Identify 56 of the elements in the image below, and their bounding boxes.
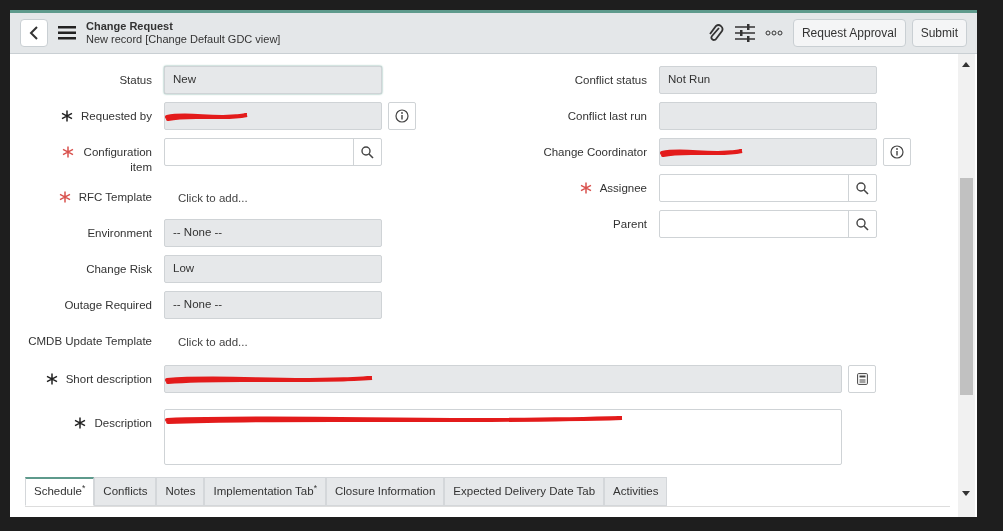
info-button[interactable] [883,138,911,166]
scroll-down-icon[interactable] [962,491,970,496]
field-label: Description [94,416,152,431]
field-label: RFC Template [78,190,152,205]
text-area[interactable] [164,409,842,465]
input-field[interactable] [659,102,877,130]
field-label: Requested by [81,109,152,124]
book-icon [856,373,868,385]
tab[interactable]: Implementation Tab$^{*}$ [204,477,326,506]
tab[interactable]: Closure Information [326,477,445,506]
input-field[interactable]: Not Run [659,66,877,94]
field-label: Change Coordinator [543,145,647,160]
field-label: Configuration item [82,145,152,175]
input-field[interactable]: New [164,66,382,94]
book-button[interactable] [848,365,876,393]
input-field[interactable] [164,365,842,393]
input-field[interactable]: -- None -- [164,219,382,247]
tab[interactable]: Schedule$^{*}$ [25,477,95,506]
field-label: Conflict last run [567,109,647,124]
input-field[interactable]: Low [164,255,382,283]
scroll-up-icon[interactable] [962,62,970,67]
tab[interactable]: Conflicts [94,477,157,506]
tab[interactable]: Expected Delivery Date Tab [444,477,605,506]
scrollbar-thumb[interactable] [960,178,973,395]
field-label: Conflict status [574,73,647,88]
input-field[interactable]: -- None -- [164,291,382,319]
back-icon [29,26,39,40]
field-label: Short description [65,372,152,387]
field-label: Parent [613,217,647,232]
menu-icon[interactable] [58,26,76,40]
more-icon[interactable] [764,30,783,36]
record-subtitle: New record [Change Default GDC view] [86,33,281,46]
add-link[interactable]: Click to add... [164,183,248,208]
sliders-icon[interactable] [734,24,755,42]
record-title: Change Request [86,20,174,33]
paperclip-icon[interactable] [706,23,725,43]
tab[interactable]: Notes [156,477,205,506]
lookup-field[interactable] [659,210,877,238]
field-label: Assignee [599,181,647,196]
header-button[interactable]: Request Approval [792,19,906,47]
add-link[interactable]: Click to add... [164,327,248,352]
field-label: CMDB Update Template [28,334,152,349]
field-label: Change Risk [86,262,152,277]
field-label: Status [119,73,152,88]
lookup-field[interactable] [164,138,382,166]
input-field[interactable] [659,138,877,166]
info-button[interactable] [388,102,416,130]
field-label: Environment [87,226,152,241]
input-field[interactable] [164,102,382,130]
lookup-field[interactable] [659,174,877,202]
tab[interactable]: Activities [604,477,668,506]
info-icon [395,109,409,123]
header-button[interactable]: Submit [911,19,967,47]
field-label: Outage Required [64,298,152,313]
back-button[interactable] [20,19,48,47]
info-icon [890,145,904,159]
